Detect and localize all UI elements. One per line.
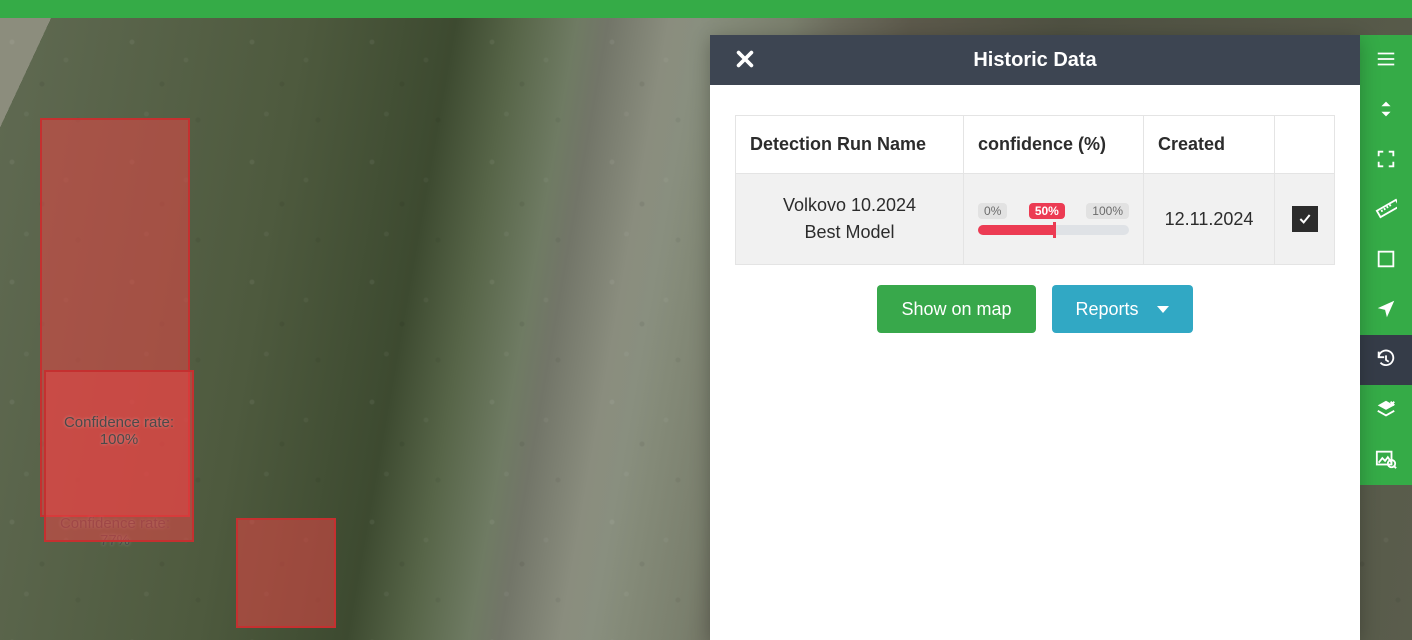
reports-dropdown-button[interactable]: Reports [1052, 285, 1193, 333]
panel-header: Historic Data [710, 35, 1360, 85]
col-confidence: confidence (%) [964, 116, 1144, 174]
square-icon [1375, 248, 1397, 273]
show-on-map-label: Show on map [901, 299, 1011, 320]
history-icon [1375, 348, 1397, 373]
measure-button[interactable] [1360, 185, 1412, 235]
panel-body: Detection Run Name confidence (%) Create… [710, 85, 1360, 363]
side-toolbar [1360, 35, 1412, 485]
col-select [1275, 116, 1335, 174]
run-name-line2: Best Model [750, 219, 949, 246]
menu-button[interactable] [1360, 35, 1412, 85]
run-name-line1: Volkovo 10.2024 [750, 192, 949, 219]
confidence-scale: 0% 50% 100% [978, 203, 1129, 219]
run-name-cell: Volkovo 10.2024 Best Model [736, 174, 964, 265]
detection-value: 100% [100, 431, 138, 448]
layers-remove-icon [1375, 398, 1397, 423]
conf-current: 50% [1029, 203, 1065, 219]
history-button[interactable] [1360, 335, 1412, 385]
confidence-cell: 0% 50% 100% [964, 174, 1144, 265]
panel-title: Historic Data [973, 49, 1096, 72]
detection-box[interactable] [236, 518, 336, 628]
conf-min: 0% [978, 203, 1007, 219]
reports-label: Reports [1076, 299, 1139, 320]
detection-box[interactable]: Confidence rate: 100% [44, 370, 194, 542]
col-name: Detection Run Name [736, 116, 964, 174]
historic-data-panel: Historic Data Detection Run Name confide… [710, 35, 1360, 640]
fullscreen-button[interactable] [1360, 135, 1412, 185]
select-row-checkbox[interactable] [1292, 206, 1318, 232]
search-image-button[interactable] [1360, 435, 1412, 485]
locate-icon [1375, 298, 1397, 323]
layers-button[interactable] [1360, 385, 1412, 435]
show-on-map-button[interactable]: Show on map [877, 285, 1035, 333]
table-row: Volkovo 10.2024 Best Model 0% 50% 100% [736, 174, 1335, 265]
sort-button[interactable] [1360, 85, 1412, 135]
close-icon [734, 48, 756, 73]
workspace: Confidence rate: 77% Confidence rate: 10… [0, 18, 1412, 640]
ruler-icon [1375, 198, 1397, 223]
locate-button[interactable] [1360, 285, 1412, 335]
rectangle-button[interactable] [1360, 235, 1412, 285]
detection-runs-table: Detection Run Name confidence (%) Create… [735, 115, 1335, 265]
app-topbar [0, 0, 1412, 18]
chevron-down-icon [1157, 306, 1169, 313]
col-created: Created [1144, 116, 1275, 174]
created-cell: 12.11.2024 [1144, 174, 1275, 265]
confidence-slider[interactable] [978, 225, 1129, 235]
fullscreen-icon [1375, 148, 1397, 173]
select-cell [1275, 174, 1335, 265]
search-image-icon [1375, 448, 1397, 473]
conf-max: 100% [1086, 203, 1129, 219]
confidence-fill [978, 225, 1054, 235]
detection-label: Confidence rate: [64, 414, 174, 431]
sort-updown-icon [1375, 98, 1397, 123]
panel-actions: Show on map Reports [735, 285, 1335, 333]
menu-icon [1375, 48, 1397, 73]
close-panel-button[interactable] [725, 35, 765, 85]
confidence-knob[interactable] [1053, 222, 1056, 238]
